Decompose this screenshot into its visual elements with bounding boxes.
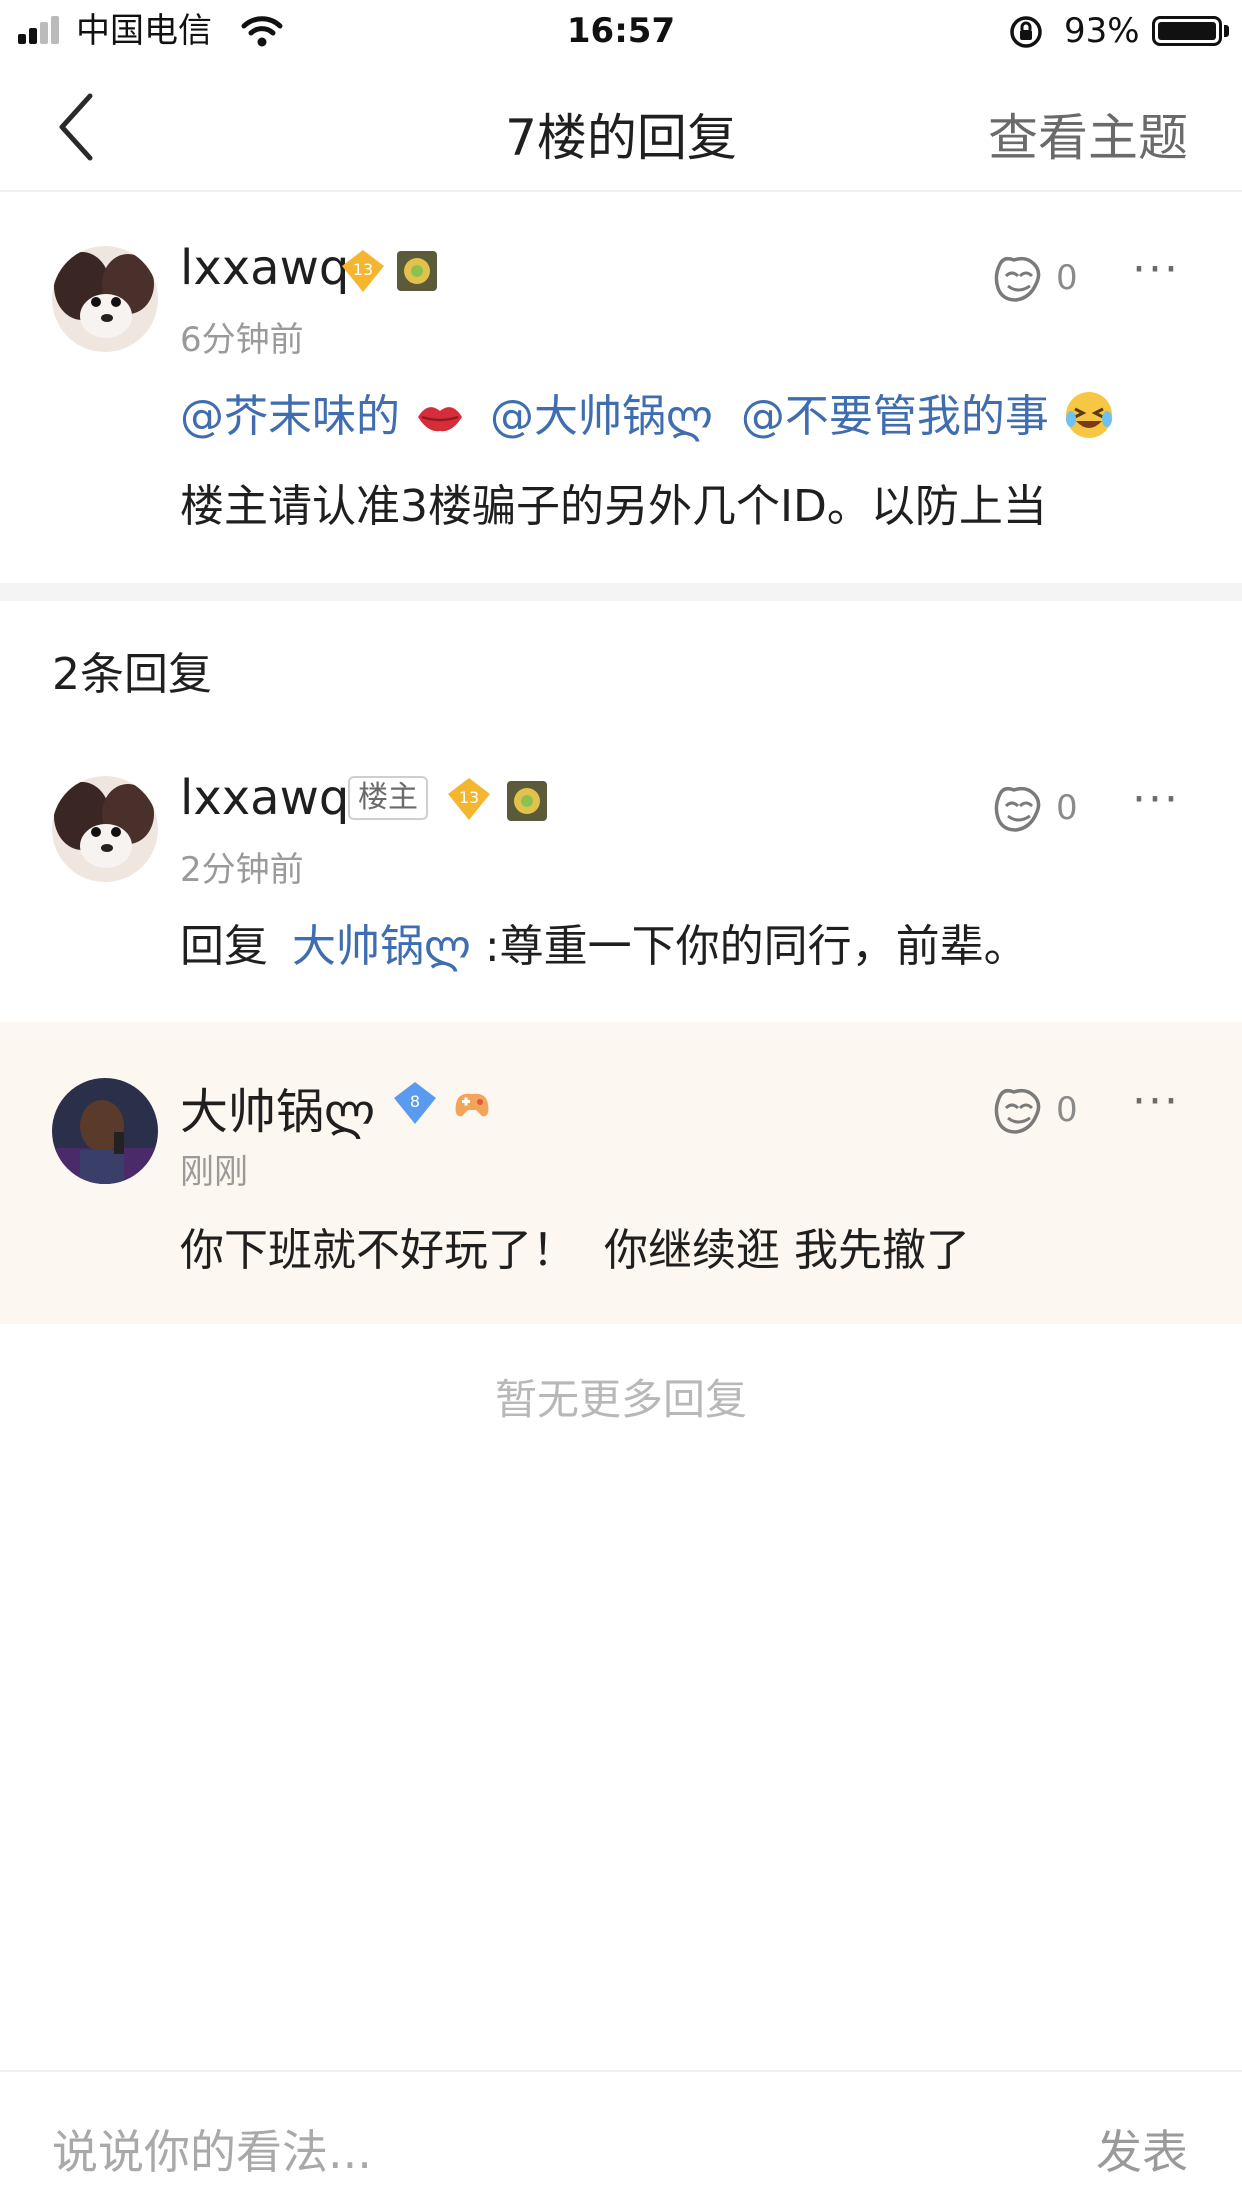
replies-count-title: 2条回复 [52, 649, 212, 700]
post-mentions: @芥末味的 @大帅锅ლ @不要管我的事 [180, 380, 1115, 444]
medal-icon [507, 781, 547, 821]
username[interactable]: lxxawq [180, 240, 349, 296]
post-text: 楼主请认准3楼骗子的另外几个ID。以防上当 [180, 481, 1047, 532]
more-options-button[interactable]: ··· [1132, 244, 1180, 295]
game-controller-icon [455, 1093, 489, 1117]
level-badge-icon: 13 [448, 778, 490, 820]
comment-bar: 说说你的看法... 发表 [0, 2070, 1242, 2208]
like-icon[interactable] [990, 1086, 1046, 1136]
reply-time: 刚刚 [180, 1152, 248, 1192]
avatar-image-puppy [52, 246, 158, 352]
host-badge: 楼主 [348, 776, 428, 820]
svg-text:8: 8 [410, 1092, 420, 1111]
username[interactable]: 大帅锅ლ [180, 1072, 375, 1142]
like-count: 0 [1056, 1090, 1078, 1130]
avatar[interactable] [52, 776, 158, 882]
mention-link[interactable]: @不要管我的事 [741, 391, 1049, 442]
status-bar: 中国电信 16:57 93% [0, 0, 1242, 62]
lips-emoji-icon [418, 407, 462, 432]
battery-percent: 93% [1064, 11, 1140, 51]
post-time: 6分钟前 [180, 320, 304, 360]
svg-text:13: 13 [459, 788, 479, 807]
like-count: 0 [1056, 258, 1078, 298]
no-more-replies: 暂无更多回复 [494, 1375, 747, 1424]
comment-input[interactable]: 说说你的看法... [52, 2116, 372, 2182]
reply-time: 2分钟前 [180, 850, 304, 890]
like-count: 0 [1056, 788, 1078, 828]
view-topic-button[interactable]: 查看主题 [988, 98, 1188, 170]
avatar[interactable] [52, 1078, 158, 1184]
like-icon[interactable] [990, 784, 1046, 834]
reply-prefix: 回复 [180, 921, 268, 972]
status-time: 16:57 [566, 11, 676, 51]
rotation-lock-icon [1010, 16, 1042, 48]
reply-text: 回复 大帅锅ლ :尊重一下你的同行，前辈。 [180, 910, 1028, 974]
reply-text: 你下班就不好玩了！ 你继续逛 我先撤了 [180, 1225, 970, 1276]
battery-icon [1152, 16, 1222, 46]
section-divider [0, 583, 1242, 601]
send-button[interactable]: 发表 [1096, 2116, 1188, 2182]
username[interactable]: lxxawq [180, 770, 349, 826]
avatar[interactable] [52, 246, 158, 352]
nav-bar: 7楼的回复 查看主题 [0, 62, 1242, 192]
mention-link[interactable]: @芥末味的 [180, 391, 400, 442]
mention-link[interactable]: @大帅锅ლ [490, 391, 713, 442]
reply-to-link[interactable]: 大帅锅ლ [292, 921, 471, 972]
battery-tip [1224, 25, 1229, 37]
like-icon[interactable] [990, 254, 1046, 304]
avatar-image-puppy [52, 776, 158, 882]
reply-body: :尊重一下你的同行，前辈。 [484, 921, 1028, 972]
more-options-button[interactable]: ··· [1132, 1076, 1180, 1127]
avatar-image-person [52, 1078, 158, 1184]
level-badge-icon: 8 [394, 1082, 436, 1124]
medal-icon [397, 251, 437, 291]
more-options-button[interactable]: ··· [1132, 774, 1180, 825]
svg-text:13: 13 [353, 260, 373, 279]
laughing-emoji-icon [1065, 392, 1112, 438]
level-badge-icon: 13 [342, 250, 384, 292]
